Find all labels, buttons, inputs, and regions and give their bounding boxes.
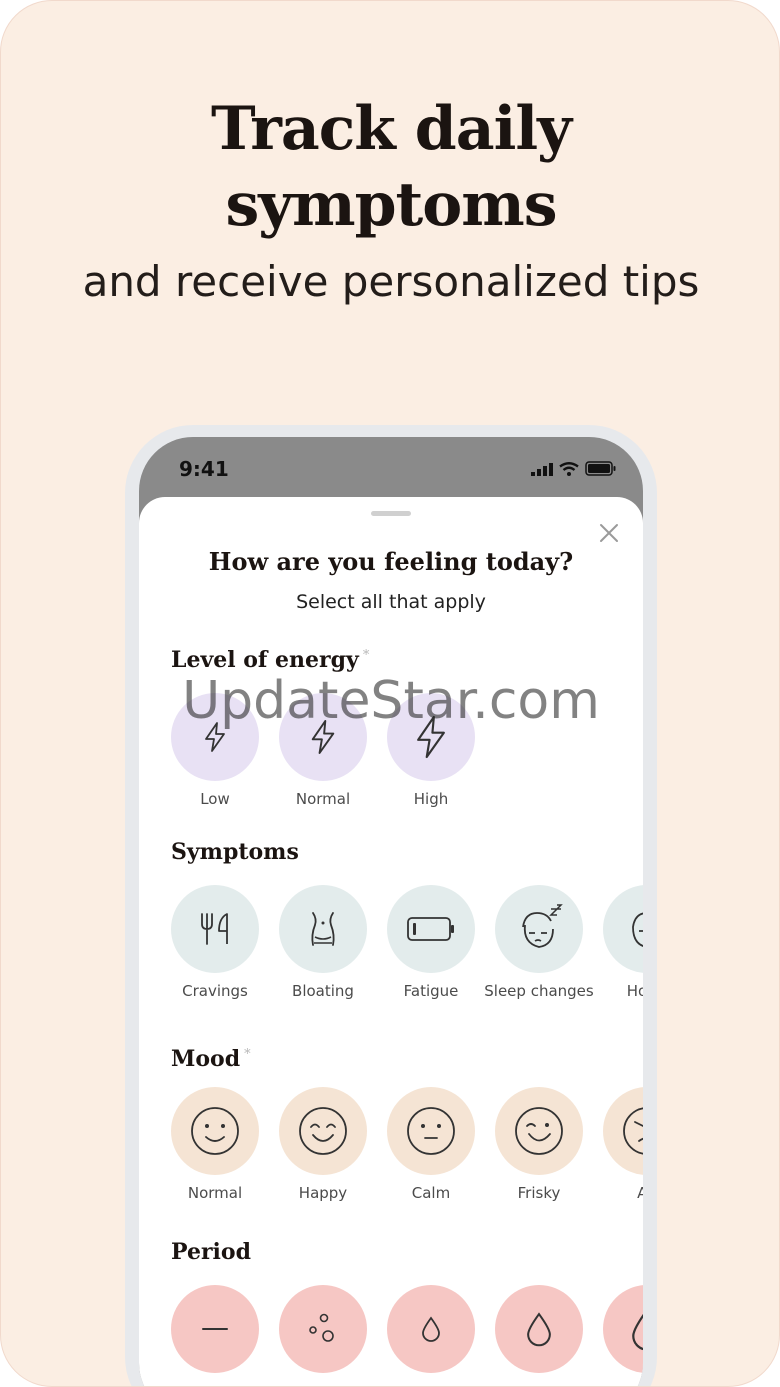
status-icons	[531, 461, 617, 476]
symptom-option-bloating[interactable]: Bloating	[279, 885, 367, 1000]
mood-calm-label: Calm	[411, 1184, 451, 1202]
headline-line-1: Track daily	[210, 94, 572, 164]
energy-high-circle[interactable]	[387, 693, 475, 781]
period-medium-circle[interactable]	[495, 1285, 583, 1373]
sleep-circle[interactable]	[495, 885, 583, 973]
mood-normal-label: Normal	[187, 1184, 243, 1202]
period-option-medium[interactable]	[495, 1285, 583, 1383]
mood-option-angry[interactable]: An	[603, 1087, 643, 1202]
feeling-sheet: How are you feeling today? Select all th…	[139, 497, 643, 1386]
period-none-circle[interactable]	[171, 1285, 259, 1373]
wink-face-icon	[515, 1107, 563, 1155]
mood-section-title: Mood *	[171, 1046, 251, 1072]
energy-option-high[interactable]: High	[387, 693, 475, 808]
fork-knife-icon	[201, 913, 228, 945]
energy-option-low[interactable]: Low	[171, 693, 259, 808]
energy-high-label: High	[413, 790, 449, 808]
headline-line-2: symptoms	[225, 170, 557, 240]
close-icon	[600, 524, 618, 542]
lightning-large-icon	[417, 715, 445, 759]
period-options	[171, 1285, 643, 1383]
mood-option-happy[interactable]: Happy	[279, 1087, 367, 1202]
dash-icon	[202, 1328, 228, 1330]
period-option-heavy[interactable]	[603, 1285, 643, 1383]
belly-icon	[311, 912, 335, 946]
drop-large-icon	[632, 1313, 643, 1351]
promo-card: Track daily symptoms and receive persona…	[0, 0, 780, 1387]
angry-face-icon	[623, 1107, 643, 1155]
fatigue-label: Fatigue	[403, 982, 459, 1000]
energy-low-label: Low	[200, 790, 230, 808]
hot-face-icon	[632, 912, 643, 947]
energy-normal-label: Normal	[295, 790, 351, 808]
period-section-title: Period	[171, 1239, 251, 1265]
cravings-label: Cravings	[182, 982, 248, 1000]
mood-happy-label: Happy	[298, 1184, 348, 1202]
mood-option-calm[interactable]: Calm	[387, 1087, 475, 1202]
symptom-option-cravings[interactable]: Cravings	[171, 885, 259, 1000]
close-button[interactable]	[597, 521, 621, 545]
promo-subheadline: and receive personalized tips	[82, 257, 700, 306]
bloating-circle[interactable]	[279, 885, 367, 973]
lightning-medium-icon	[311, 720, 335, 754]
mood-option-frisky[interactable]: Frisky	[495, 1087, 583, 1202]
sleep-label: Sleep changes	[484, 982, 594, 1000]
spotting-dots-icon	[309, 1313, 334, 1342]
period-light-circle[interactable]	[387, 1285, 475, 1373]
hot-label: Hot fl	[626, 982, 643, 1000]
symptom-option-fatigue[interactable]: Fatigue	[387, 885, 475, 1000]
sheet-grabber[interactable]	[371, 511, 411, 516]
symptoms-section-title: Symptoms	[171, 839, 299, 865]
mood-normal-circle[interactable]	[171, 1087, 259, 1175]
sleepy-face-icon	[522, 904, 563, 948]
bloating-label: Bloating	[292, 982, 354, 1000]
signal-icon	[531, 463, 553, 476]
neutral-face-icon	[407, 1107, 455, 1155]
symptom-option-sleep[interactable]: Sleep changes	[484, 885, 594, 1000]
drop-medium-icon	[527, 1312, 551, 1347]
lightning-small-icon	[205, 722, 225, 752]
period-heavy-circle[interactable]	[603, 1285, 643, 1373]
low-battery-icon	[407, 917, 454, 941]
energy-title-text: Level of energy	[171, 647, 359, 673]
required-mark: *	[362, 647, 370, 663]
happy-face-icon	[299, 1107, 347, 1155]
wifi-icon	[559, 462, 579, 476]
mood-options: Normal Happy Calm Frisky	[171, 1087, 643, 1202]
mood-frisky-label: Frisky	[517, 1184, 561, 1202]
energy-options: Low Normal High	[171, 693, 475, 808]
sheet-subtitle: Select all that apply	[296, 591, 486, 613]
period-option-none[interactable]	[171, 1285, 259, 1383]
cravings-circle[interactable]	[171, 885, 259, 973]
mood-title-text: Mood	[171, 1046, 241, 1072]
energy-section-title: Level of energy *	[171, 647, 369, 673]
symptom-option-hot[interactable]: Hot fl	[603, 885, 643, 1000]
mood-happy-circle[interactable]	[279, 1087, 367, 1175]
hot-circle[interactable]	[603, 885, 643, 973]
smile-face-icon	[191, 1107, 239, 1155]
status-time: 9:41	[179, 457, 229, 481]
mood-frisky-circle[interactable]	[495, 1087, 583, 1175]
mood-option-normal[interactable]: Normal	[171, 1087, 259, 1202]
period-option-light[interactable]	[387, 1285, 475, 1383]
phone-screen: 9:41 How are you feeling today? Select a…	[139, 437, 643, 1386]
energy-option-normal[interactable]: Normal	[279, 693, 367, 808]
period-option-spotting[interactable]	[279, 1285, 367, 1383]
fatigue-circle[interactable]	[387, 885, 475, 973]
symptoms-options: Cravings Bloating Fatigue Sleep changes …	[171, 885, 643, 1000]
energy-low-circle[interactable]	[171, 693, 259, 781]
drop-small-icon	[422, 1316, 440, 1342]
mood-angry-label: An	[592, 1185, 643, 1202]
battery-icon	[585, 461, 616, 476]
period-spotting-circle[interactable]	[279, 1285, 367, 1373]
promo-headline: Track daily symptoms	[1, 91, 779, 243]
mood-calm-circle[interactable]	[387, 1087, 475, 1175]
mood-angry-circle[interactable]	[603, 1087, 643, 1175]
required-mark: *	[244, 1046, 251, 1062]
sheet-title: How are you feeling today?	[208, 547, 574, 576]
energy-normal-circle[interactable]	[279, 693, 367, 781]
